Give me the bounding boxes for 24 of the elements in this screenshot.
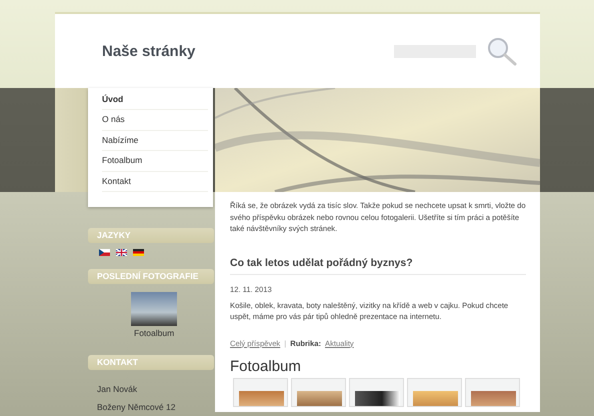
nav-item[interactable]: Nabízíme: [102, 130, 208, 152]
article-title[interactable]: Co tak letos udělat pořádný byznys?: [230, 256, 526, 274]
german-flag-icon[interactable]: [133, 249, 144, 256]
contact-line: Boženy Němcové 12: [97, 402, 176, 412]
czech-flag-icon[interactable]: [99, 249, 110, 256]
nav-item[interactable]: Fotoalbum: [102, 151, 208, 172]
photo-placeholder[interactable]: [131, 292, 177, 326]
nav-item[interactable]: Kontakt: [102, 172, 208, 192]
nav-item[interactable]: Úvod: [102, 90, 208, 110]
gallery-thumbnail[interactable]: [465, 378, 520, 406]
gallery-thumbnail[interactable]: [233, 378, 288, 406]
search-icon[interactable]: [487, 36, 517, 66]
british-flag-icon[interactable]: [116, 249, 127, 256]
nav-item[interactable]: O nás: [102, 110, 208, 131]
contact-line: Jan Novák: [97, 384, 138, 394]
section-heading: KONTAKT: [88, 355, 214, 370]
site-title: Naše stránky: [102, 42, 196, 60]
section-heading: JAZYKY: [88, 228, 214, 243]
gallery-thumbnail[interactable]: [291, 378, 346, 406]
gallery-thumbnail[interactable]: [349, 378, 404, 406]
photo-caption: Fotoalbum: [134, 328, 176, 338]
gallery-heading: Fotoalbum: [230, 358, 302, 374]
section-heading: POSLEDNÍ FOTOGRAFIE: [88, 269, 214, 284]
gallery-thumbnail[interactable]: [407, 378, 462, 406]
